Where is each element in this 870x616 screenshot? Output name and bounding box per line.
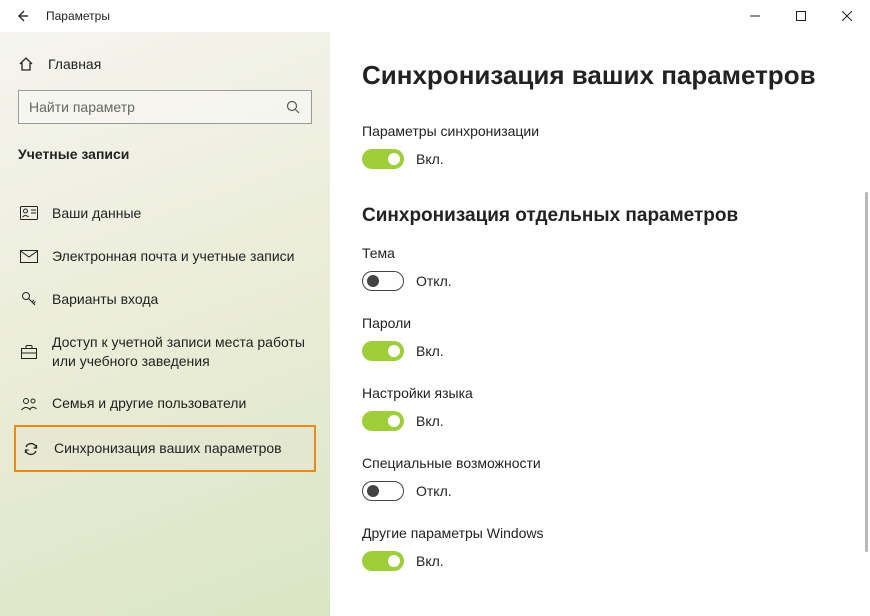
toggle-label-theme: Тема xyxy=(362,245,838,261)
mail-icon xyxy=(20,250,38,263)
sidebar-item-label: Доступ к учетной записи места работы или… xyxy=(52,333,308,371)
close-icon xyxy=(842,11,852,21)
search-box[interactable] xyxy=(18,90,312,124)
toggle-label-language: Настройки языка xyxy=(362,385,838,401)
sync-icon xyxy=(22,441,40,457)
search-input[interactable] xyxy=(29,99,286,115)
maximize-button[interactable] xyxy=(778,0,824,32)
close-button[interactable] xyxy=(824,0,870,32)
toggle-state-text: Вкл. xyxy=(416,553,444,569)
sidebar-item-signin-options[interactable]: Варианты входа xyxy=(18,278,312,321)
sidebar-item-family[interactable]: Семья и другие пользователи xyxy=(18,382,312,425)
toggle-state-text: Вкл. xyxy=(416,151,444,167)
window-title: Параметры xyxy=(46,9,110,23)
back-button[interactable] xyxy=(6,0,38,32)
main-pane: Синхронизация ваших параметров Параметры… xyxy=(330,32,870,616)
sync-settings-toggle[interactable] xyxy=(362,149,404,169)
sidebar-item-your-info[interactable]: Ваши данные xyxy=(18,192,312,235)
scrollbar[interactable] xyxy=(865,192,868,552)
key-icon xyxy=(20,291,38,307)
sidebar: Главная Учетные записи Ваши данные Элект… xyxy=(0,32,330,616)
sidebar-item-label: Электронная почта и учетные записи xyxy=(52,247,294,266)
toggle-label-ease-of-access: Специальные возможности xyxy=(362,455,838,471)
page-title: Синхронизация ваших параметров xyxy=(362,60,838,91)
minimize-button[interactable] xyxy=(732,0,778,32)
sidebar-item-label: Ваши данные xyxy=(52,204,141,223)
other-windows-toggle[interactable] xyxy=(362,551,404,571)
ease-of-access-toggle[interactable] xyxy=(362,481,404,501)
toggle-label-passwords: Пароли xyxy=(362,315,838,331)
sync-settings-label: Параметры синхронизации xyxy=(362,123,838,139)
person-card-icon xyxy=(20,206,38,220)
sidebar-item-label: Синхронизация ваших параметров xyxy=(54,439,282,458)
toggle-state-text: Вкл. xyxy=(416,413,444,429)
sidebar-item-sync[interactable]: Синхронизация ваших параметров xyxy=(14,425,316,472)
people-icon xyxy=(20,397,38,411)
search-icon xyxy=(286,100,301,115)
window-controls xyxy=(732,0,870,32)
home-link[interactable]: Главная xyxy=(18,56,312,72)
minimize-icon xyxy=(750,11,760,21)
section-title: Синхронизация отдельных параметров xyxy=(362,205,838,227)
briefcase-icon xyxy=(20,345,38,359)
titlebar: Параметры xyxy=(0,0,870,32)
toggle-state-text: Вкл. xyxy=(416,343,444,359)
sidebar-item-email-accounts[interactable]: Электронная почта и учетные записи xyxy=(18,235,312,278)
home-icon xyxy=(18,56,34,72)
theme-toggle[interactable] xyxy=(362,271,404,291)
toggle-label-other-windows: Другие параметры Windows xyxy=(362,525,838,541)
maximize-icon xyxy=(796,11,806,21)
category-title: Учетные записи xyxy=(18,146,312,162)
sidebar-item-work-school[interactable]: Доступ к учетной записи места работы или… xyxy=(18,321,312,383)
toggle-state-text: Откл. xyxy=(416,273,452,289)
passwords-toggle[interactable] xyxy=(362,341,404,361)
sidebar-item-label: Семья и другие пользователи xyxy=(52,394,246,413)
toggle-state-text: Откл. xyxy=(416,483,452,499)
home-label: Главная xyxy=(48,56,101,72)
sidebar-item-label: Варианты входа xyxy=(52,290,158,309)
language-toggle[interactable] xyxy=(362,411,404,431)
arrow-left-icon xyxy=(15,9,29,23)
